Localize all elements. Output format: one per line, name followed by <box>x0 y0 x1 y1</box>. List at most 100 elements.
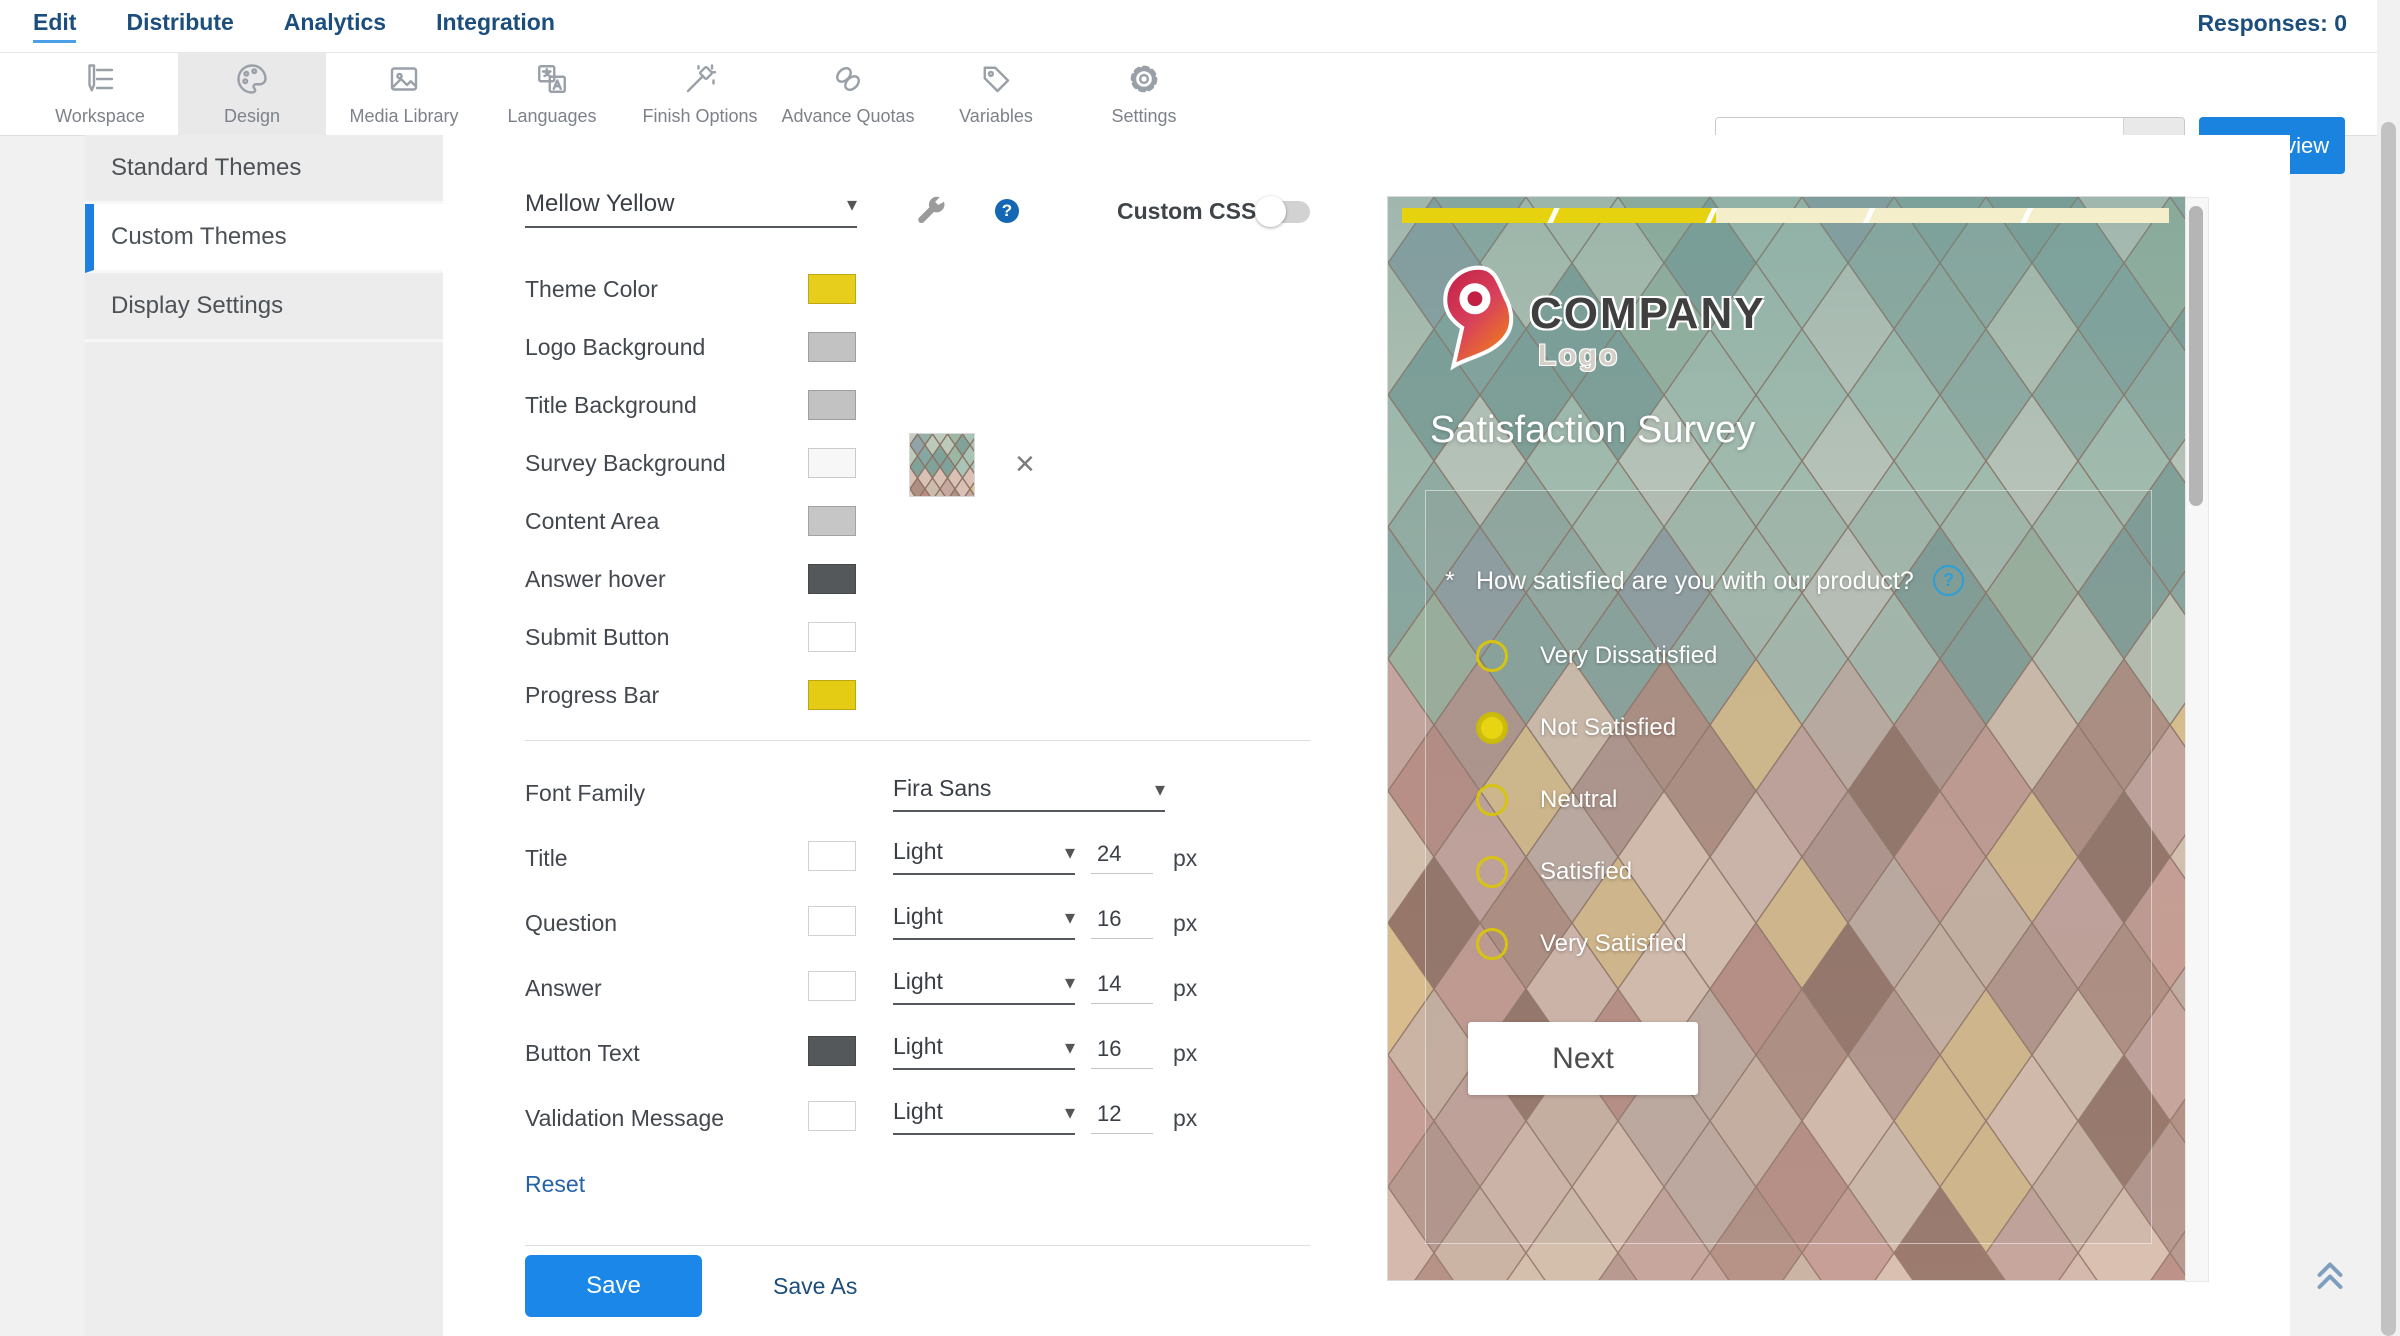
toolbar-item-design[interactable]: Design <box>178 53 326 135</box>
px-label: px <box>1173 1105 1197 1132</box>
sidebar-item-display-settings[interactable]: Display Settings <box>85 273 443 342</box>
theme-select-value: Mellow Yellow <box>525 190 674 218</box>
validation-color-swatch[interactable] <box>808 1101 856 1131</box>
radio-icon[interactable] <box>1476 928 1508 960</box>
radio-icon[interactable] <box>1476 784 1508 816</box>
button-text-color-swatch[interactable] <box>808 1036 856 1066</box>
wrench-icon[interactable] <box>913 193 949 234</box>
responses-count[interactable]: Responses: 0 <box>2197 10 2347 37</box>
radio-icon[interactable] <box>1476 712 1508 744</box>
color-row-label: Content Area <box>525 508 659 535</box>
toggle-knob <box>1255 196 1286 227</box>
px-label: px <box>1173 1040 1197 1067</box>
title-color-swatch[interactable] <box>808 841 856 871</box>
font-row-label: Button Text <box>525 1040 640 1067</box>
weight-value: Light <box>893 903 943 930</box>
answer-weight-select[interactable]: Light <box>893 968 1075 1005</box>
validation-weight-select[interactable]: Light <box>893 1098 1075 1135</box>
sidebar-item-custom-themes[interactable]: Custom Themes <box>85 204 443 273</box>
sidebar-item-standard-themes[interactable]: Standard Themes <box>85 135 443 204</box>
color-row-label: Survey Background <box>525 450 726 477</box>
chevron-down-icon <box>847 190 857 218</box>
answer-hover-swatch[interactable] <box>808 564 856 594</box>
question-help-icon[interactable] <box>1933 565 1964 596</box>
toolbar-item-label: Workspace <box>55 106 145 127</box>
next-button[interactable]: Next <box>1468 1022 1698 1095</box>
toolbar-item-finish-options[interactable]: Finish Options <box>626 53 774 135</box>
toolbar-item-settings[interactable]: Settings <box>1070 53 1218 135</box>
option-label: Very Dissatisfied <box>1540 642 1717 670</box>
logo-text: COMPANY <box>1530 289 1766 339</box>
content-area-swatch[interactable] <box>808 506 856 536</box>
progress-stripes <box>1402 208 2169 223</box>
nav-integration[interactable]: Integration <box>436 9 555 43</box>
progress-bar-swatch[interactable] <box>808 680 856 710</box>
preview-scrollbar[interactable] <box>2185 197 2209 1282</box>
nav-edit[interactable]: Edit <box>33 9 76 43</box>
color-row-label: Title Background <box>525 392 697 419</box>
answer-size-input[interactable] <box>1091 971 1153 1004</box>
survey-option[interactable]: Satisfied <box>1476 856 1632 888</box>
chevron-down-icon <box>1065 1033 1075 1060</box>
survey-option[interactable]: Very Dissatisfied <box>1476 640 1717 672</box>
page-scrollbar-thumb[interactable] <box>2381 122 2396 1336</box>
toolbar-item-variables[interactable]: Variables <box>922 53 1070 135</box>
survey-background-thumbnail[interactable] <box>909 433 975 497</box>
settings-icon <box>1126 61 1162 102</box>
toolbar-item-label: Finish Options <box>642 106 757 127</box>
answer-color-swatch[interactable] <box>808 971 856 1001</box>
nav-analytics[interactable]: Analytics <box>284 9 386 43</box>
toolbar-item-advance-quotas[interactable]: Advance Quotas <box>774 53 922 135</box>
page-scrollbar[interactable] <box>2377 0 2400 1336</box>
chevron-down-icon <box>1065 968 1075 995</box>
nav-distribute[interactable]: Distribute <box>126 9 233 43</box>
variables-icon <box>978 61 1014 102</box>
font-row-label: Title <box>525 845 568 872</box>
survey-background-swatch[interactable] <box>808 448 856 478</box>
custom-css-toggle[interactable] <box>1258 201 1310 223</box>
option-label: Neutral <box>1540 786 1617 814</box>
themes-sidebar: Standard Themes Custom Themes Display Se… <box>85 135 443 1336</box>
theme-color-swatch[interactable] <box>808 274 856 304</box>
validation-size-input[interactable] <box>1091 1101 1153 1134</box>
title-size-input[interactable] <box>1091 841 1153 874</box>
save-button[interactable]: Save <box>525 1255 702 1317</box>
title-background-swatch[interactable] <box>808 390 856 420</box>
reset-link[interactable]: Reset <box>525 1171 585 1198</box>
scroll-to-top-button[interactable] <box>2306 1248 2354 1296</box>
toolbar-item-media-library[interactable]: Media Library <box>330 53 478 135</box>
remove-background-image-icon[interactable] <box>1015 447 1035 481</box>
px-label: px <box>1173 845 1197 872</box>
question-size-input[interactable] <box>1091 906 1153 939</box>
save-as-link[interactable]: Save As <box>773 1273 857 1300</box>
survey-option[interactable]: Very Satisfied <box>1476 928 1687 960</box>
toolbar-item-languages[interactable]: Languages <box>478 53 626 135</box>
px-label: px <box>1173 910 1197 937</box>
toolbar-item-workspace[interactable]: Workspace <box>26 53 174 135</box>
title-weight-select[interactable]: Light <box>893 838 1075 875</box>
font-row-label: Validation Message <box>525 1105 724 1132</box>
custom-css-label: Custom CSS <box>1117 198 1256 225</box>
theme-select[interactable]: Mellow Yellow <box>525 190 857 228</box>
font-row-label: Question <box>525 910 617 937</box>
toolbar: Workspace Design Media Library Languages… <box>0 53 2400 136</box>
radio-icon[interactable] <box>1476 856 1508 888</box>
divider <box>525 1245 1310 1246</box>
preview-scrollbar-thumb[interactable] <box>2189 206 2203 506</box>
survey-preview: COMPANY Logo Satisfaction Survey * How s… <box>1388 197 2185 1280</box>
survey-option[interactable]: Not Satisfied <box>1476 712 1676 744</box>
company-logo <box>1438 265 1520 378</box>
font-family-select[interactable]: Fira Sans <box>893 775 1165 812</box>
radio-icon[interactable] <box>1476 640 1508 672</box>
logo-background-swatch[interactable] <box>808 332 856 362</box>
question-color-swatch[interactable] <box>808 906 856 936</box>
button-text-weight-select[interactable]: Light <box>893 1033 1075 1070</box>
design-icon <box>234 61 270 102</box>
button-text-size-input[interactable] <box>1091 1036 1153 1069</box>
submit-button-swatch[interactable] <box>808 622 856 652</box>
toolbar-item-label: Languages <box>507 106 596 127</box>
help-icon[interactable] <box>995 199 1019 223</box>
question-weight-select[interactable]: Light <box>893 903 1075 940</box>
survey-option[interactable]: Neutral <box>1476 784 1617 816</box>
color-row-label: Progress Bar <box>525 682 659 709</box>
